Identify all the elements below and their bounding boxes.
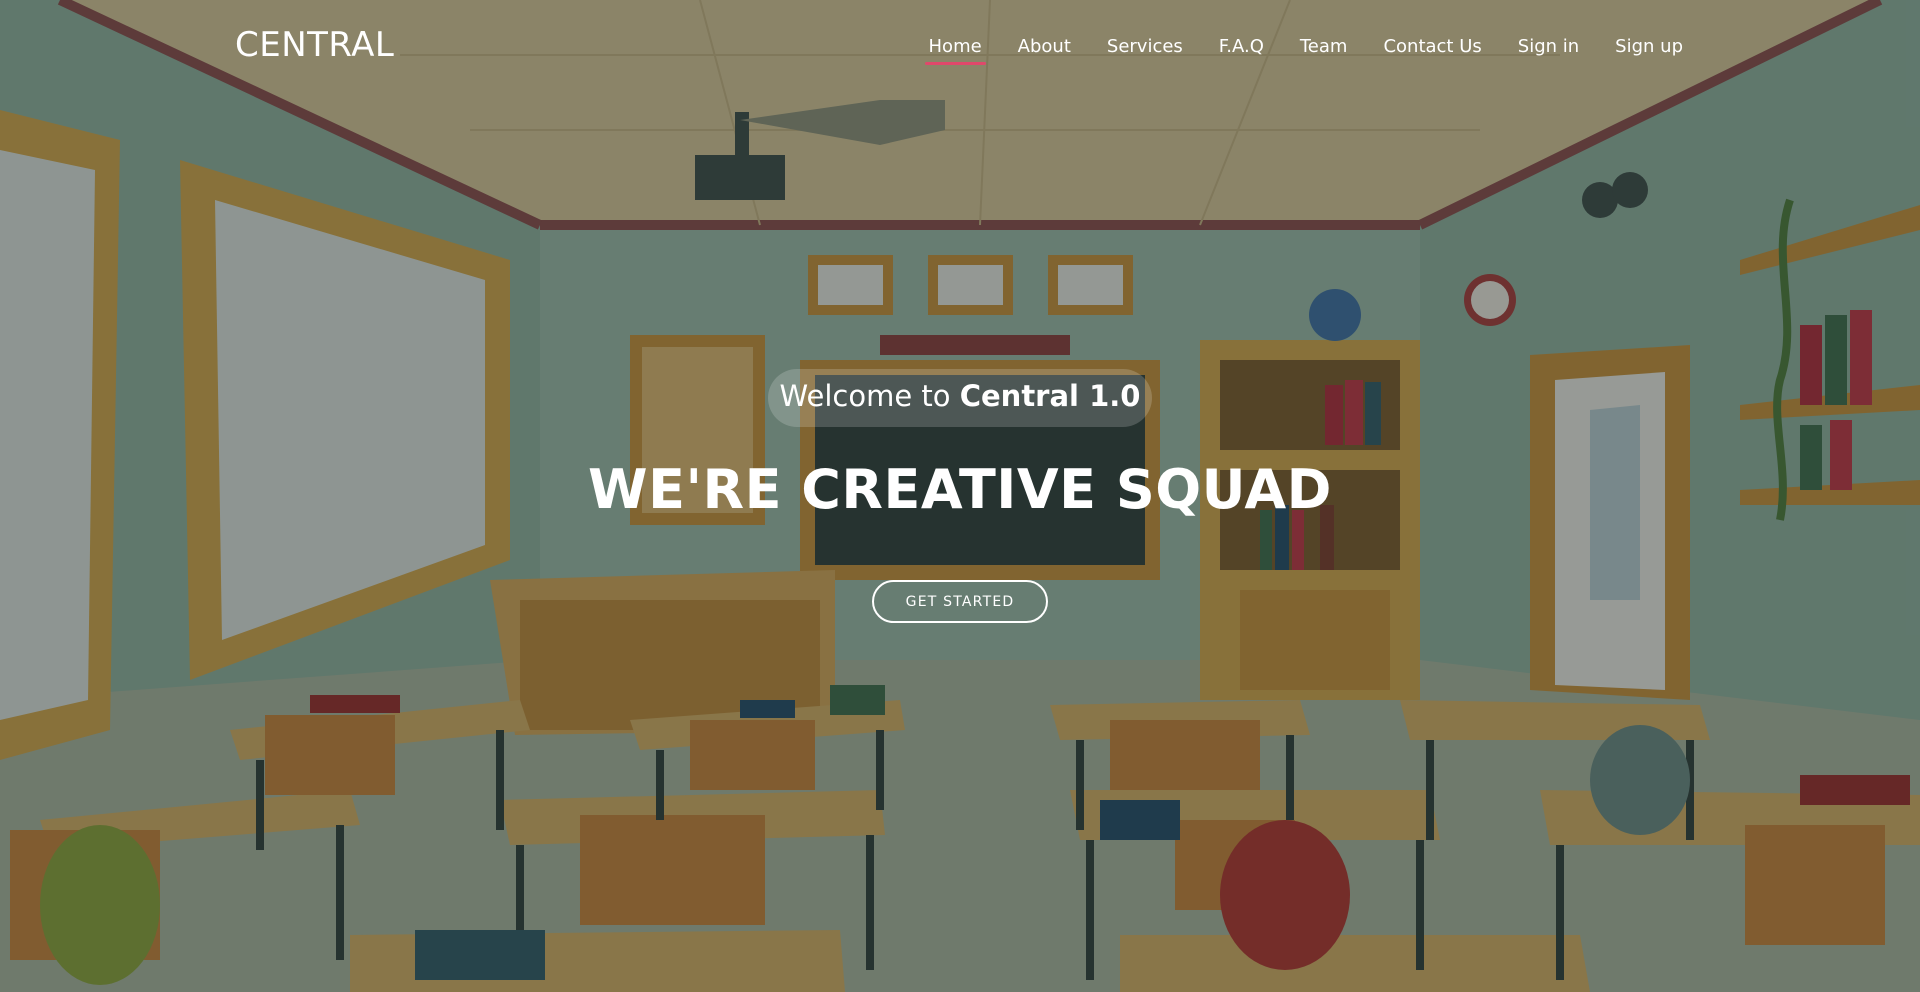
welcome-text: Welcome to Central 1.0: [0, 379, 1920, 413]
welcome-product-name: Central 1.0: [959, 379, 1141, 413]
hero-headline: WE'RE CREATIVE SQUAD: [588, 458, 1332, 521]
welcome-prefix: Welcome to: [779, 379, 951, 413]
hero-section: Welcome to Central 1.0 WE'RE CREATIVE SQ…: [0, 0, 1920, 992]
get-started-button[interactable]: GET STARTED: [872, 580, 1048, 623]
